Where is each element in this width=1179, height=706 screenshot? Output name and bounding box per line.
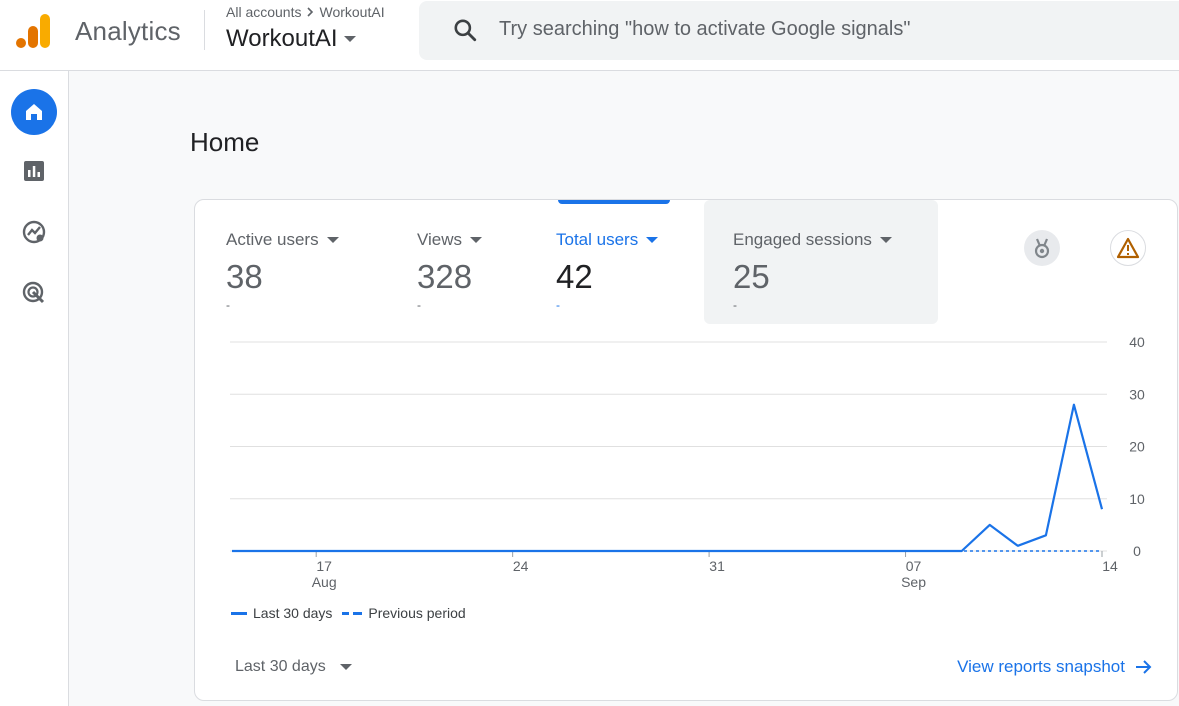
metric-label[interactable]: Total users [556, 230, 659, 250]
legend-solid-swatch [231, 611, 247, 615]
home-icon [26, 104, 42, 120]
property-name: WorkoutAI [226, 25, 338, 52]
analytics-logo-icon[interactable] [16, 13, 52, 49]
y-tick-label: 10 [1129, 491, 1145, 507]
metric-total-users[interactable]: Total users 42 - [556, 200, 696, 324]
metric-active-users[interactable]: Active users 38 - [226, 200, 396, 324]
nav-advertising[interactable] [11, 270, 57, 316]
property-selector[interactable]: WorkoutAI [226, 25, 356, 53]
breadcrumb[interactable]: All accounts WorkoutAI [226, 4, 385, 20]
x-tick-label: 24 [513, 558, 529, 574]
date-range-label: Last 30 days [235, 658, 326, 675]
metric-value: 38 [226, 258, 263, 295]
app-name: Analytics [75, 16, 181, 46]
insights-button[interactable] [1024, 230, 1060, 266]
search-input[interactable]: Try searching "how to activate Google si… [499, 18, 910, 41]
metric-engaged-sessions[interactable]: Engaged sessions 25 - [704, 200, 938, 324]
top-bar: Analytics All accounts WorkoutAI Workout… [0, 0, 1179, 71]
page-title: Home [190, 127, 260, 157]
caret-down-icon [326, 237, 339, 243]
metric-label[interactable]: Views [417, 230, 483, 250]
warning-icon [1116, 237, 1140, 259]
nav-reports[interactable] [11, 148, 57, 194]
caret-down-icon [470, 237, 483, 243]
caret-down-icon [343, 36, 356, 42]
metric-views[interactable]: Views 328 - [417, 200, 557, 324]
metric-value: 42 [556, 258, 593, 295]
header-divider [204, 10, 205, 50]
chart-legend: Last 30 days Previous period [231, 605, 466, 621]
metric-label[interactable]: Engaged sessions [733, 230, 892, 250]
caret-down-icon [879, 237, 892, 243]
x-tick-label: 31 [709, 558, 725, 574]
x-tick-label: 17 [316, 558, 332, 574]
legend-item-previous-period: Previous period [342, 605, 466, 621]
metric-value: 328 [417, 258, 473, 295]
caret-down-icon [339, 664, 352, 670]
metric-delta: - [556, 298, 560, 312]
metric-delta: - [226, 298, 230, 312]
side-nav [0, 71, 69, 706]
x-tick-sublabel: Sep [901, 574, 926, 590]
snapshot-link-label: View reports snapshot [957, 657, 1125, 676]
overview-card: Active users 38 - Views 328 - Total user… [194, 199, 1178, 701]
caret-down-icon [646, 237, 659, 243]
legend-dashed-swatch [342, 611, 363, 615]
nav-explore[interactable] [11, 209, 57, 255]
metric-delta: - [417, 298, 421, 312]
y-tick-label: 40 [1129, 334, 1145, 350]
breadcrumb-root[interactable]: All accounts [226, 4, 301, 20]
x-tick-label: 14 [1102, 558, 1118, 574]
total-users-chart: 0 10 20 30 40 17Aug 24 31 07Sep 14 [230, 334, 1145, 590]
x-tick-label: 07 [906, 558, 922, 574]
x-tick-sublabel: Aug [312, 574, 337, 590]
warning-button[interactable] [1110, 230, 1146, 266]
metric-delta: - [733, 298, 737, 312]
search-icon [454, 19, 477, 42]
y-tick-label: 20 [1129, 439, 1145, 455]
medal-icon [1034, 238, 1050, 259]
legend-item-last-30-days: Last 30 days [231, 605, 332, 621]
arrow-right-icon [1136, 660, 1152, 674]
date-range-selector[interactable]: Last 30 days [235, 658, 352, 676]
metric-value: 25 [733, 258, 770, 295]
explore-icon [22, 220, 46, 244]
chevron-right-icon [307, 7, 314, 17]
y-tick-label: 30 [1129, 386, 1145, 402]
breadcrumb-current[interactable]: WorkoutAI [319, 4, 384, 20]
legend-label: Previous period [368, 605, 466, 621]
nav-home[interactable] [11, 89, 57, 135]
advertising-icon [22, 281, 45, 304]
series-line-last-30-days [232, 403, 1104, 553]
y-tick-label: 0 [1133, 543, 1141, 559]
metric-label[interactable]: Active users [226, 230, 339, 250]
legend-label: Last 30 days [253, 605, 333, 621]
view-reports-snapshot-link[interactable]: View reports snapshot [957, 657, 1153, 677]
reports-icon [24, 161, 44, 181]
